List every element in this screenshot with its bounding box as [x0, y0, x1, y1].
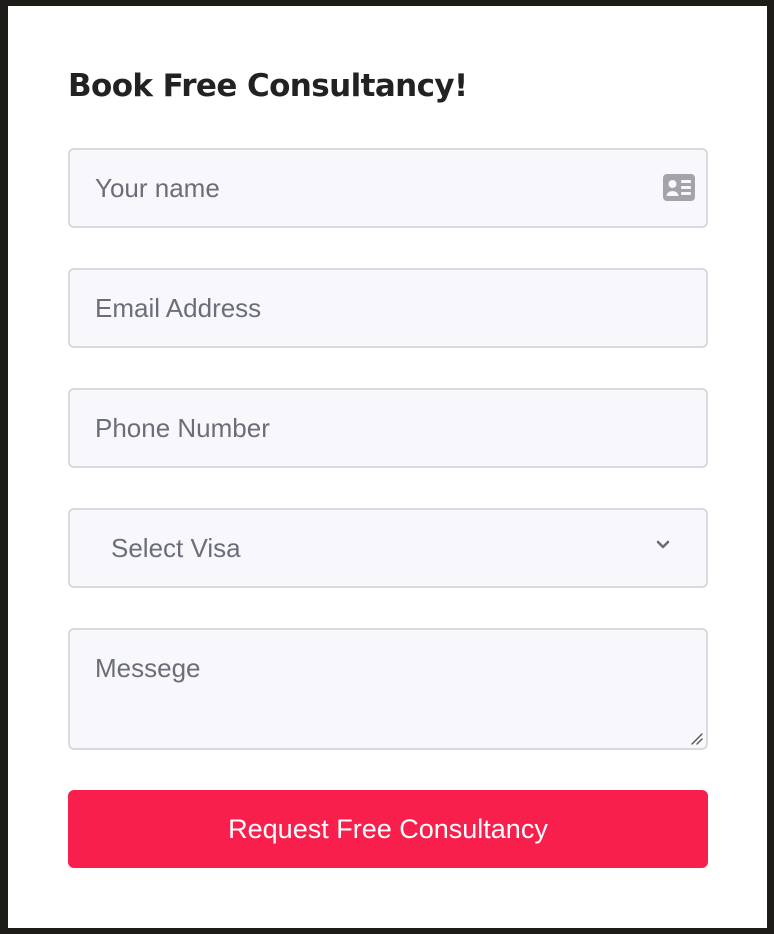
- message-placeholder: Messege: [95, 653, 201, 683]
- visa-selected-value: Select Visa: [111, 533, 241, 563]
- phone-placeholder: Phone Number: [95, 413, 270, 443]
- visa-select[interactable]: Select Visa: [68, 508, 708, 588]
- name-placeholder: Your name: [95, 173, 220, 203]
- name-field[interactable]: Your name: [68, 148, 708, 228]
- email-field[interactable]: Email Address: [68, 268, 708, 348]
- resize-handle-icon[interactable]: [689, 731, 703, 745]
- id-card-icon: [663, 174, 695, 201]
- chevron-down-icon: [656, 540, 670, 549]
- phone-field[interactable]: Phone Number: [68, 388, 708, 468]
- consultancy-form-card: Book Free Consultancy! Your name Email A…: [8, 6, 767, 928]
- request-consultancy-button[interactable]: Request Free Consultancy: [68, 790, 708, 868]
- email-placeholder: Email Address: [95, 293, 262, 323]
- form-title: Book Free Consultancy!: [68, 68, 468, 104]
- message-textarea[interactable]: Messege: [68, 628, 708, 750]
